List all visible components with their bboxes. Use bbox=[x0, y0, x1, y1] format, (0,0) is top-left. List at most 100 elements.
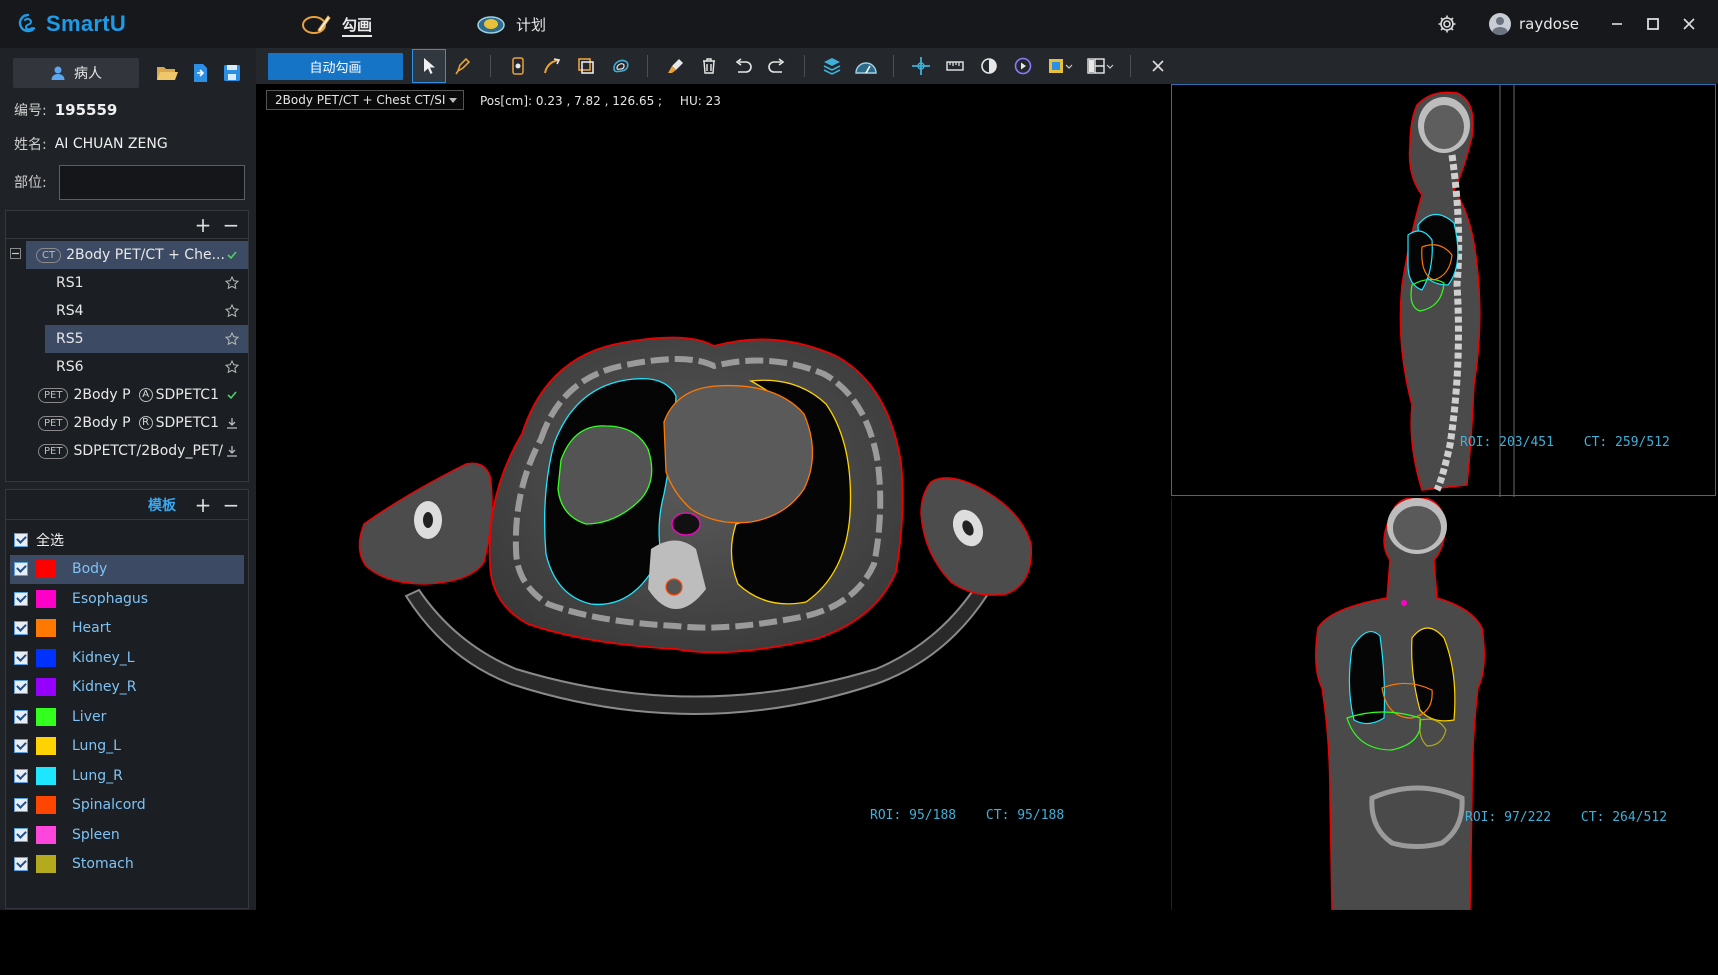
roi-item-lung-r[interactable]: Lung_R bbox=[6, 761, 248, 791]
remove-series-button[interactable]: − bbox=[222, 215, 240, 235]
roi-checkbox[interactable] bbox=[14, 768, 28, 783]
close-view-button[interactable] bbox=[1141, 49, 1175, 83]
close-window-button[interactable] bbox=[1674, 9, 1704, 39]
bridge-tool-button[interactable] bbox=[535, 49, 569, 83]
eraser-tool-button[interactable] bbox=[658, 49, 692, 83]
series-tree-header: + − bbox=[6, 211, 248, 239]
tree-item-pet-3[interactable]: PET SDPETCT/2Body_PET/ bbox=[6, 437, 248, 465]
roi-item-lung-l[interactable]: Lung_L bbox=[6, 732, 248, 762]
roi-item-spinalcord[interactable]: Spinalcord bbox=[6, 791, 248, 821]
margin-tool-button[interactable] bbox=[603, 49, 637, 83]
roi-item-body[interactable]: Body bbox=[10, 554, 244, 584]
add-series-button[interactable]: + bbox=[194, 215, 212, 235]
roi-item-esophagus[interactable]: Esophagus bbox=[6, 584, 248, 614]
roi-item-kidney-l[interactable]: Kidney_L bbox=[6, 643, 248, 673]
roi-color-swatch[interactable] bbox=[36, 855, 56, 874]
axial-viewport[interactable]: 2Body PET/CT + Chest CT/SI Pos[cm]: 0.23… bbox=[256, 84, 1168, 910]
star-icon[interactable] bbox=[224, 275, 240, 291]
roi-color-swatch[interactable] bbox=[36, 796, 56, 815]
undo-button[interactable] bbox=[726, 49, 760, 83]
roi-color-swatch[interactable] bbox=[36, 707, 56, 726]
tab-plan[interactable]: 计划 bbox=[460, 0, 562, 48]
delete-button[interactable] bbox=[692, 49, 726, 83]
sagittal-viewport[interactable]: ROI: 203/451 CT: 259/512 bbox=[1171, 84, 1716, 497]
ruler-button[interactable] bbox=[938, 49, 972, 83]
roi-item-stomach[interactable]: Stomach bbox=[6, 850, 248, 880]
settings-button[interactable] bbox=[1432, 9, 1462, 39]
roi-color-swatch[interactable] bbox=[36, 619, 56, 638]
tree-item-pet-r[interactable]: PET 2Body P R SDPETC1 bbox=[6, 409, 248, 437]
coronal-ct-index: CT: 264/512 bbox=[1580, 810, 1668, 825]
plan-icon bbox=[477, 16, 505, 34]
user-menu[interactable]: raydose bbox=[1489, 13, 1579, 35]
coronal-viewport[interactable]: ROI: 97/222 CT: 264/512 bbox=[1171, 498, 1716, 910]
redo-button[interactable] bbox=[760, 49, 794, 83]
tree-item-pet-a[interactable]: PET 2Body P A SDPETC1 bbox=[6, 381, 248, 409]
roi-name: Stomach bbox=[72, 856, 134, 873]
download-icon[interactable] bbox=[224, 443, 240, 459]
add-roi-button[interactable]: + bbox=[194, 495, 212, 515]
roi-color-swatch[interactable] bbox=[36, 737, 56, 756]
tab-contour[interactable]: 勾画 bbox=[284, 0, 388, 48]
maximize-button[interactable] bbox=[1638, 9, 1668, 39]
star-icon[interactable] bbox=[224, 359, 240, 375]
play-button[interactable] bbox=[1006, 49, 1040, 83]
roi-checkbox[interactable] bbox=[14, 621, 28, 636]
window-level-button[interactable] bbox=[972, 49, 1006, 83]
tree-item-ct[interactable]: CT 2Body PET/CT + Che... bbox=[26, 241, 248, 269]
copy-contour-button[interactable] bbox=[569, 49, 603, 83]
minimize-button[interactable] bbox=[1602, 9, 1632, 39]
crosshair-button[interactable] bbox=[904, 49, 938, 83]
patient-button[interactable]: 病人 bbox=[13, 58, 139, 88]
tree-item-rs4[interactable]: RS4 bbox=[42, 297, 248, 325]
roi-item-kidney-r[interactable]: Kidney_R bbox=[6, 673, 248, 703]
tree-item-label2: SDPETC1 bbox=[155, 387, 219, 403]
site-input[interactable] bbox=[58, 164, 245, 200]
roi-color-swatch[interactable] bbox=[36, 589, 56, 608]
roi-checkbox[interactable] bbox=[14, 650, 28, 665]
point-tool-button[interactable] bbox=[501, 49, 535, 83]
open-folder-icon[interactable] bbox=[155, 62, 179, 84]
roi-color-swatch[interactable] bbox=[36, 766, 56, 785]
roi-item-liver[interactable]: Liver bbox=[6, 702, 248, 732]
layout-button[interactable] bbox=[1080, 49, 1120, 83]
layers-button[interactable] bbox=[815, 49, 849, 83]
collapse-icon[interactable] bbox=[10, 248, 21, 259]
close-icon bbox=[1152, 60, 1164, 72]
roi-checkbox[interactable] bbox=[14, 709, 28, 724]
tree-item-rs1[interactable]: RS1 bbox=[42, 269, 248, 297]
roi-checkbox[interactable] bbox=[14, 739, 28, 754]
roi-checkbox[interactable] bbox=[14, 591, 28, 606]
download-icon[interactable] bbox=[224, 415, 240, 431]
roi-color-swatch[interactable] bbox=[36, 648, 56, 667]
select-all-checkbox[interactable] bbox=[14, 532, 28, 547]
star-icon[interactable] bbox=[224, 331, 240, 347]
roi-item-heart[interactable]: Heart bbox=[6, 614, 248, 644]
roi-checkbox[interactable] bbox=[14, 827, 28, 842]
tree-item-rs5[interactable]: RS5 bbox=[45, 325, 248, 353]
roi-checkbox[interactable] bbox=[14, 857, 28, 872]
auto-contour-button[interactable]: 自动勾画 bbox=[268, 52, 403, 80]
roi-checkbox[interactable] bbox=[14, 798, 28, 813]
save-icon[interactable] bbox=[221, 62, 243, 84]
star-icon[interactable] bbox=[224, 303, 240, 319]
roi-checkbox[interactable] bbox=[14, 680, 28, 695]
roi-checkbox[interactable] bbox=[14, 562, 28, 577]
roi-name: Liver bbox=[72, 708, 107, 725]
fit-view-button[interactable] bbox=[1040, 49, 1080, 83]
roi-color-swatch[interactable] bbox=[36, 560, 56, 579]
roi-item-spleen[interactable]: Spleen bbox=[6, 820, 248, 850]
tree-item-rs6[interactable]: RS6 bbox=[42, 353, 248, 381]
remove-roi-button[interactable]: − bbox=[222, 495, 240, 515]
roi-color-swatch[interactable] bbox=[36, 825, 56, 844]
import-file-icon[interactable] bbox=[189, 62, 211, 84]
patient-name-row: 姓名: AI CHUAN ZENG bbox=[0, 129, 256, 159]
view-3d-button[interactable] bbox=[849, 49, 883, 83]
pen-tool-button[interactable] bbox=[446, 49, 480, 83]
roi-color-swatch[interactable] bbox=[36, 678, 56, 697]
crosshair-icon bbox=[912, 57, 930, 75]
select-all-row[interactable]: 全选 bbox=[6, 525, 248, 555]
select-tool-button[interactable] bbox=[412, 49, 446, 83]
user-name: raydose bbox=[1519, 15, 1579, 33]
pet-badge: PET bbox=[38, 415, 69, 431]
